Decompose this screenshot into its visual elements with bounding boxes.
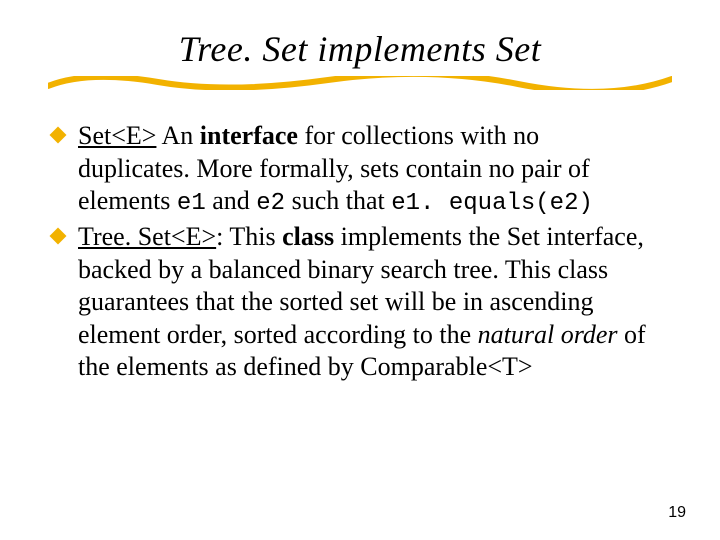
bullet-item: Set<E> An interface for collections with… [78, 120, 652, 219]
slide: Tree. Set implements Set Set<E> An inter… [0, 0, 720, 540]
text: such that [285, 186, 391, 215]
page-number: 19 [668, 504, 686, 522]
bold-text: class [282, 222, 334, 251]
diamond-icon [50, 228, 67, 245]
slide-title: Tree. Set implements Set [0, 0, 720, 70]
bold-text: interface [200, 121, 298, 150]
code-text: e1. equals(e2) [391, 190, 593, 217]
slide-body: Set<E> An interface for collections with… [0, 90, 720, 384]
link-set-e[interactable]: Set<E> [78, 121, 156, 150]
italic-text: natural order [478, 320, 618, 349]
text: : This [216, 222, 282, 251]
text: An [156, 121, 199, 150]
link-treeset-e[interactable]: Tree. Set<E> [78, 222, 216, 251]
text: and [206, 186, 257, 215]
squiggle-icon [48, 76, 672, 90]
diamond-icon [50, 127, 67, 144]
code-text: e1 [177, 190, 206, 217]
title-underline [48, 76, 672, 90]
bullet-item: Tree. Set<E>: This class implements the … [78, 221, 652, 384]
code-text: e2 [256, 190, 285, 217]
